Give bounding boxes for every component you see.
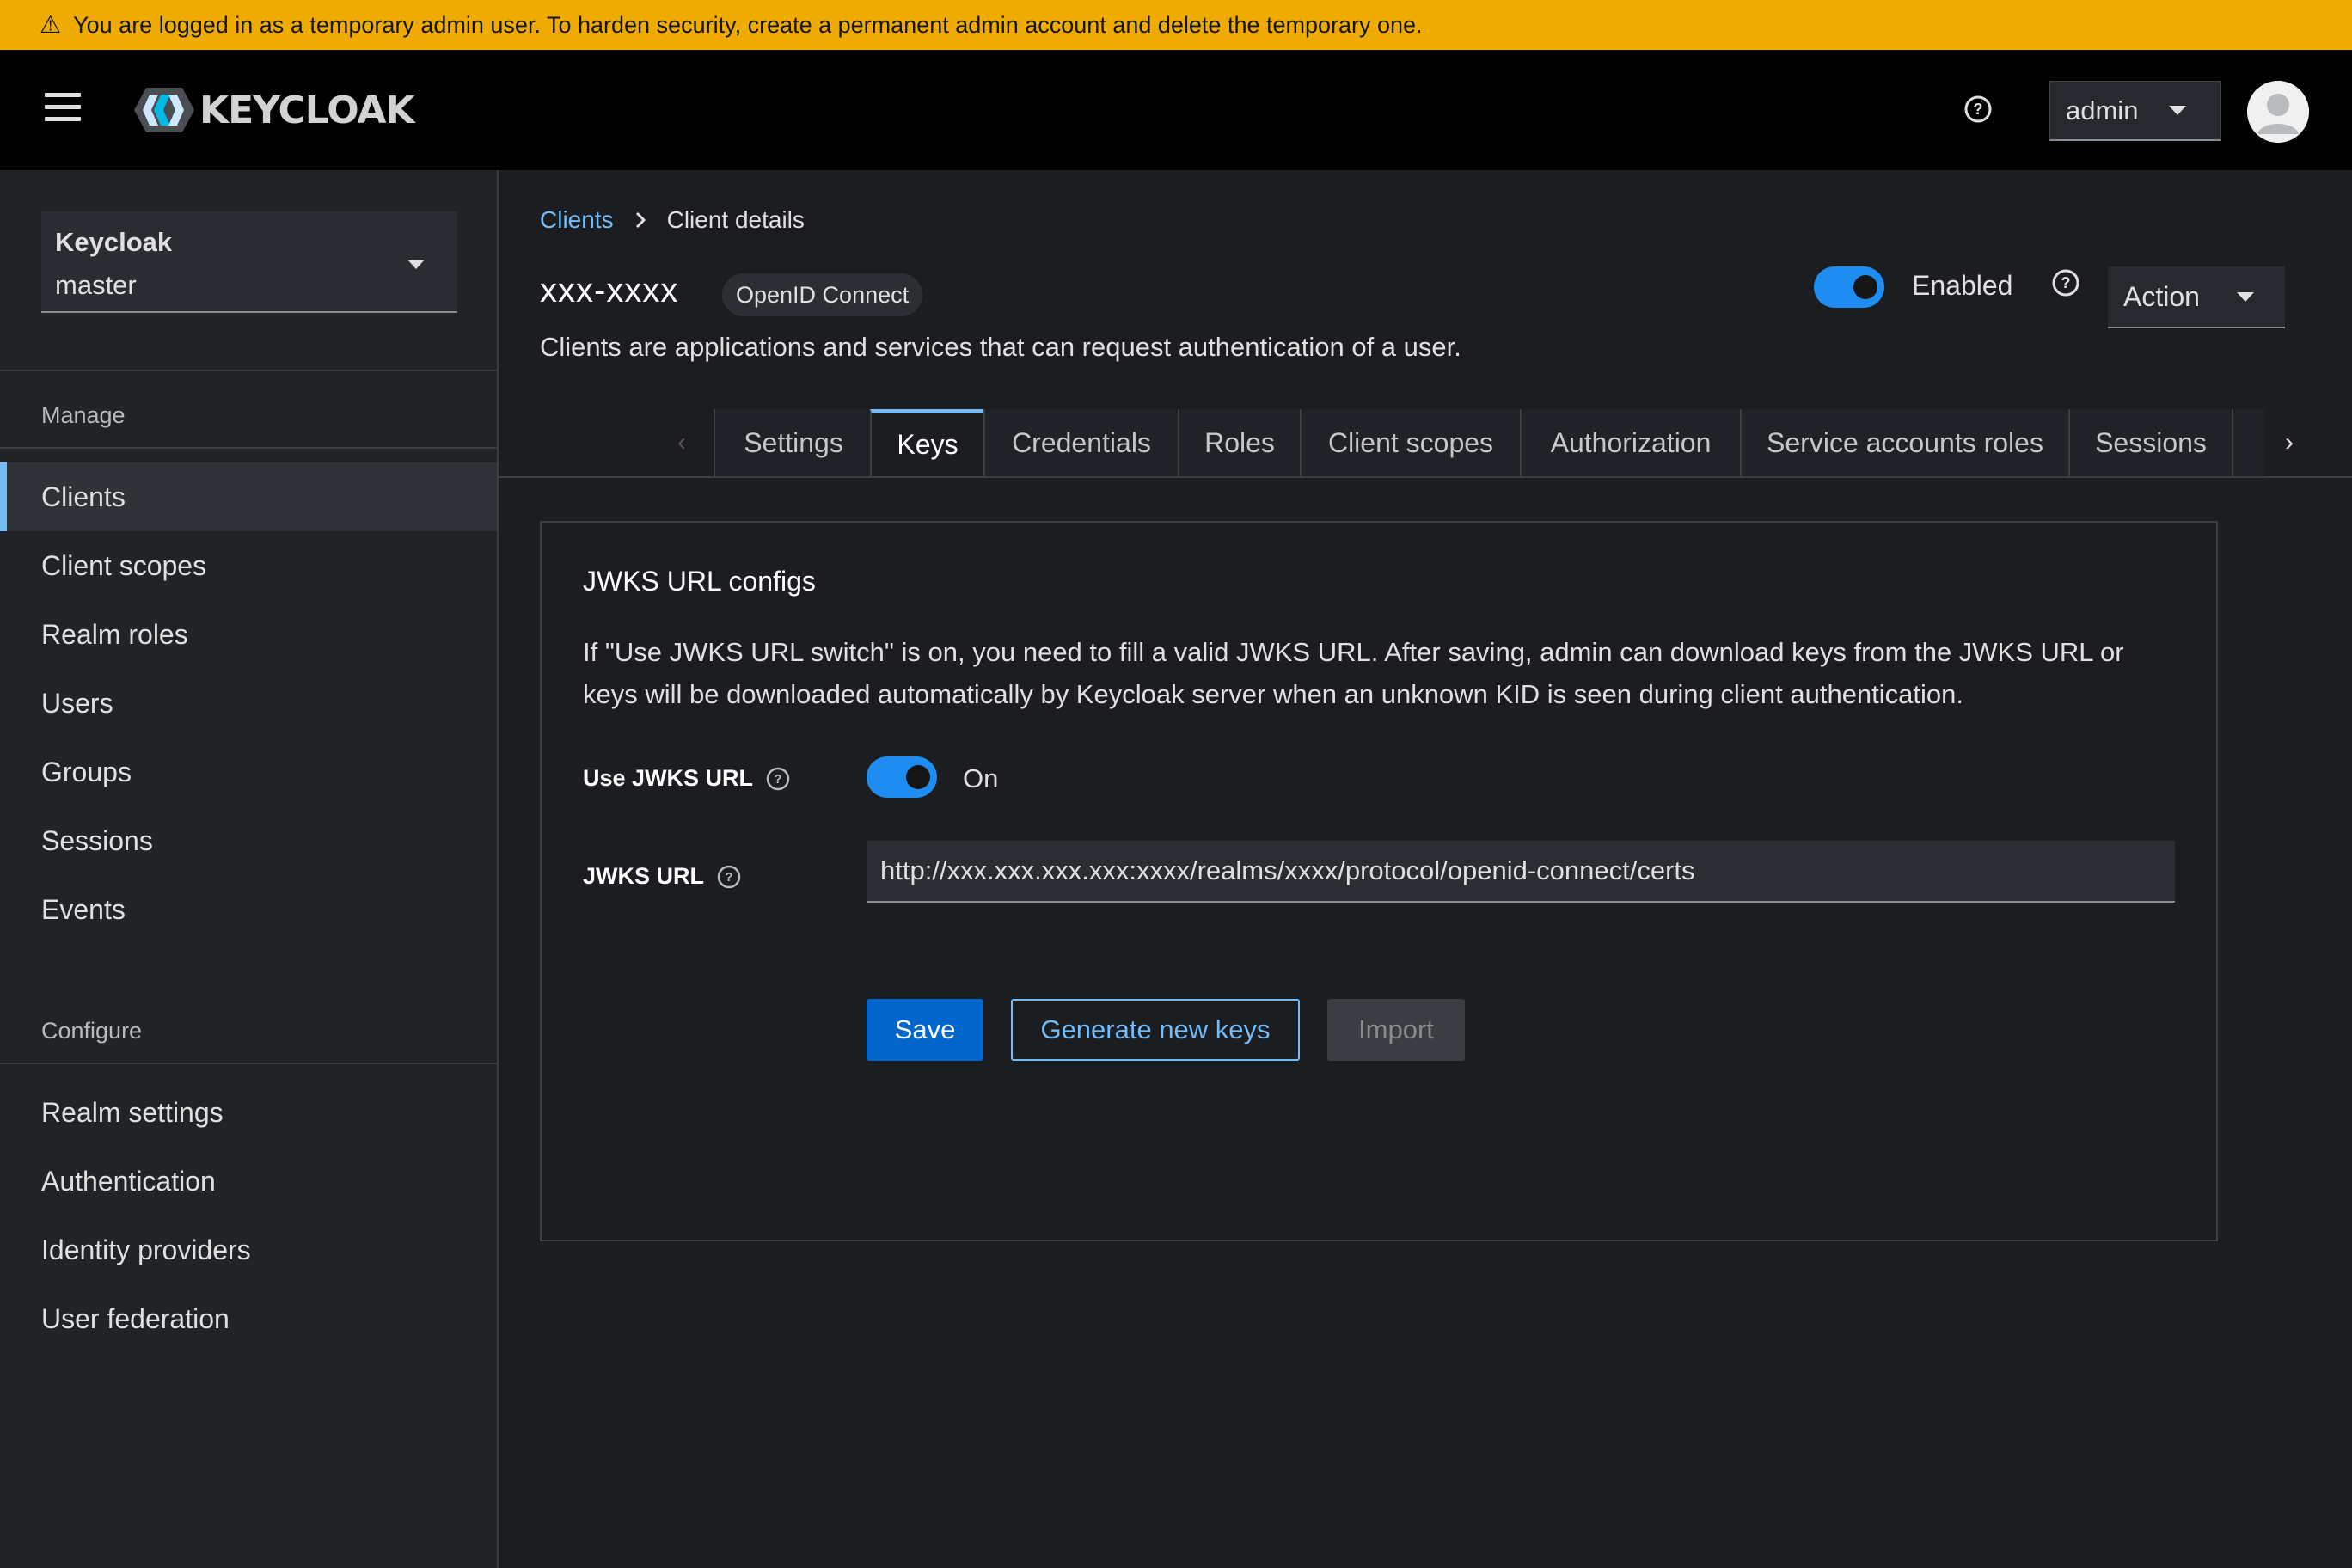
tab-service-accounts-roles[interactable]: Service accounts roles xyxy=(1740,409,2068,476)
breadcrumb-clients-link[interactable]: Clients xyxy=(540,206,614,234)
tab-keys[interactable]: Keys xyxy=(870,409,983,476)
breadcrumb-current: Client details xyxy=(666,206,805,233)
enabled-label: Enabled xyxy=(1912,270,2013,301)
keycloak-logo[interactable]: KEYCLOAK xyxy=(132,84,415,136)
sidebar-item-users[interactable]: Users xyxy=(0,669,497,738)
action-label: Action xyxy=(2123,280,2200,312)
tab-scroll-left-icon[interactable]: ‹ xyxy=(650,409,714,476)
sidebar-item-sessions[interactable]: Sessions xyxy=(0,806,497,875)
nav-section-manage: Manage xyxy=(41,402,126,428)
jwks-url-label-text: JWKS URL xyxy=(583,863,704,889)
tab-credentials[interactable]: Credentials xyxy=(983,409,1178,476)
chevron-right-icon xyxy=(635,211,646,229)
jwks-card: JWKS URL configs If "Use JWKS URL switch… xyxy=(540,521,2218,1241)
sidebar-item-clients[interactable]: Clients xyxy=(0,462,497,531)
realm-id: master xyxy=(55,270,137,300)
sidebar-item-events[interactable]: Events xyxy=(0,875,497,944)
sidebar-item-client-scopes[interactable]: Client scopes xyxy=(0,531,497,600)
breadcrumb: Clients Client details xyxy=(540,206,805,234)
masthead: KEYCLOAK ? admin xyxy=(0,50,2352,170)
client-enabled-switch[interactable] xyxy=(1814,266,1884,308)
svg-text:?: ? xyxy=(2061,274,2071,291)
jwks-url-label: JWKS URL ? xyxy=(583,863,742,890)
use-jwks-url-state: On xyxy=(963,763,999,793)
warning-icon: ⚠ xyxy=(40,11,62,38)
user-label: admin xyxy=(2066,95,2139,126)
help-icon[interactable]: ? xyxy=(716,864,742,890)
protocol-badge: OpenID Connect xyxy=(722,273,923,316)
logo-text: KEYCLOAK xyxy=(199,88,415,132)
keycloak-logo-icon xyxy=(134,88,194,132)
temporary-admin-banner: ⚠ You are logged in as a temporary admin… xyxy=(0,0,2352,50)
jwks-card-title: JWKS URL configs xyxy=(583,566,816,597)
page-description: Clients are applications and services th… xyxy=(540,332,1461,362)
jwks-help-text: If "Use JWKS URL switch" is on, you need… xyxy=(583,637,2124,709)
sidebar-item-identity-providers[interactable]: Identity providers xyxy=(0,1216,497,1284)
sidebar-item-realm-settings[interactable]: Realm settings xyxy=(0,1078,497,1147)
generate-new-keys-button[interactable]: Generate new keys xyxy=(1011,999,1300,1061)
import-button: Import xyxy=(1327,999,1465,1061)
help-icon[interactable]: ? xyxy=(2051,268,2080,297)
svg-text:?: ? xyxy=(774,772,781,787)
tab-authorization[interactable]: Authorization xyxy=(1520,409,1740,476)
avatar[interactable] xyxy=(2247,81,2309,143)
user-menu-toggle[interactable]: admin xyxy=(2049,81,2221,141)
sidebar-item-groups[interactable]: Groups xyxy=(0,738,497,806)
svg-text:?: ? xyxy=(1974,101,1983,118)
use-jwks-url-label: Use JWKS URL ? xyxy=(583,765,791,792)
main-content: Clients Client details xxx-xxxx OpenID C… xyxy=(499,170,2352,1568)
sidebar-item-user-federation[interactable]: User federation xyxy=(0,1284,497,1353)
help-icon[interactable]: ? xyxy=(1963,95,1993,124)
use-jwks-url-label-text: Use JWKS URL xyxy=(583,765,754,791)
caret-down-icon xyxy=(2237,292,2254,302)
realm-name: Keycloak xyxy=(55,227,173,257)
sidebar-item-authentication[interactable]: Authentication xyxy=(0,1147,497,1216)
caret-down-icon xyxy=(2169,106,2186,115)
tab-settings[interactable]: Settings xyxy=(714,409,872,476)
realm-selector[interactable]: Keycloak master xyxy=(41,211,457,313)
help-icon[interactable]: ? xyxy=(765,766,791,792)
tab-client-scopes[interactable]: Client scopes xyxy=(1300,409,1520,476)
nav-divider xyxy=(0,447,497,449)
use-jwks-url-switch[interactable] xyxy=(867,756,937,798)
tab-sessions[interactable]: Sessions xyxy=(2068,409,2232,476)
sidebar: Keycloak master Manage Clients Client sc… xyxy=(0,170,499,1568)
nav-divider xyxy=(0,370,497,371)
nav-divider xyxy=(0,1063,497,1064)
jwks-url-input[interactable] xyxy=(867,841,2175,903)
sidebar-item-realm-roles[interactable]: Realm roles xyxy=(0,600,497,669)
nav-section-configure: Configure xyxy=(41,1018,143,1044)
tab-roles[interactable]: Roles xyxy=(1178,409,1300,476)
svg-text:?: ? xyxy=(725,870,732,885)
tab-bar: ‹ Settings Keys Credentials Roles Client… xyxy=(499,409,2352,478)
banner-text: You are logged in as a temporary admin u… xyxy=(73,11,1423,38)
action-dropdown[interactable]: Action xyxy=(2108,266,2285,328)
user-avatar-icon xyxy=(2247,81,2309,143)
save-button[interactable]: Save xyxy=(867,999,983,1061)
page-title: xxx-xxxx xyxy=(540,272,679,309)
tab-scroll-right-icon[interactable]: › xyxy=(2257,409,2321,476)
hamburger-menu-icon[interactable] xyxy=(45,93,81,124)
caret-down-icon xyxy=(407,260,425,269)
